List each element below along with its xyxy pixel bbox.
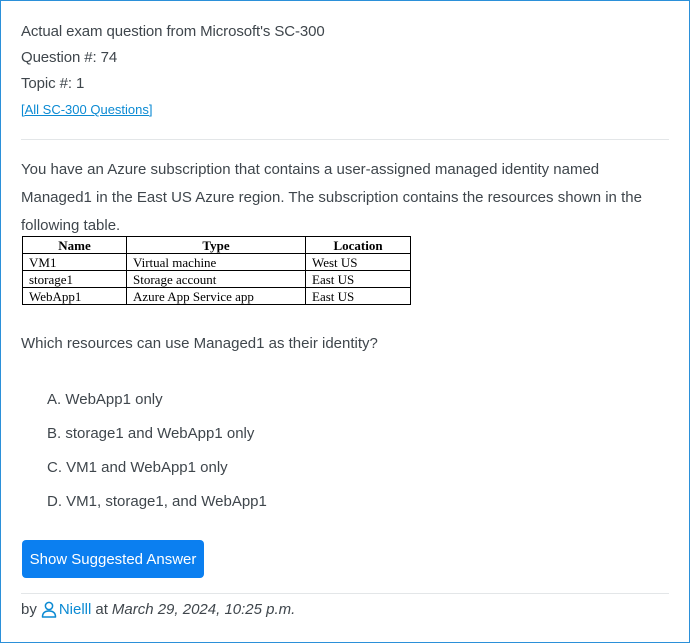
footer-divider [21,593,669,594]
choice-b[interactable]: B. storage1 and WebApp1 only [47,425,254,442]
question-number: Question #: 74 [21,49,118,66]
by-label: by [21,601,37,618]
author-link[interactable]: Nielll [59,601,92,618]
table-cell: East US [305,287,411,305]
post-date: March 29, 2024, 10:25 p.m. [111,601,296,618]
table-row: storage1 Storage account East US [22,270,411,288]
column-header-location: Location [305,236,411,254]
table-cell: storage1 [22,270,127,288]
column-header-name: Name [22,236,127,254]
table-cell: Storage account [126,270,306,288]
topic-number: Topic #: 1 [21,75,85,92]
choice-d[interactable]: D. VM1, storage1, and WebApp1 [47,493,267,510]
user-icon [41,601,57,618]
question-prompt: Which resources can use Managed1 as thei… [21,335,378,352]
question-card: Actual exam question from Microsoft's SC… [0,0,690,643]
column-header-type: Type [126,236,306,254]
choice-c[interactable]: C. VM1 and WebApp1 only [47,459,228,476]
question-text: You have an Azure subscription that cont… [21,161,642,234]
table-row: VM1 Virtual machine West US [22,253,411,271]
table-row: WebApp1 Azure App Service app East US [22,287,411,305]
all-questions-link[interactable]: [All SC-300 Questions] [21,102,153,117]
show-suggested-answer-button[interactable]: Show Suggested Answer [22,540,204,578]
table-cell: VM1 [22,253,127,271]
table-cell: Virtual machine [126,253,306,271]
table-cell: West US [305,253,411,271]
choice-a[interactable]: A. WebApp1 only [47,391,163,408]
exam-title: Actual exam question from Microsoft's SC… [21,23,325,40]
table-header-row: Name Type Location [22,236,411,254]
post-footer: by Nielll at March 29, 2024, 10:25 p.m. [21,601,295,618]
at-label: at [95,601,108,618]
table-cell: WebApp1 [22,287,127,305]
resources-table: Name Type Location VM1 Virtual machine W… [22,236,411,305]
divider [21,139,669,140]
table-cell: Azure App Service app [126,287,306,305]
table-cell: East US [305,270,411,288]
